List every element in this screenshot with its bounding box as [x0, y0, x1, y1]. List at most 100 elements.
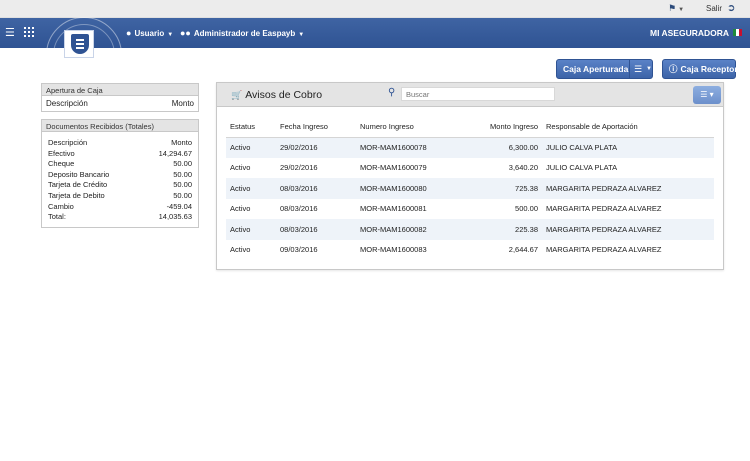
caja-aperturada-button[interactable]: Caja Aperturada ☰ ▼	[556, 59, 653, 79]
docs-row-value: 14,294.67	[158, 148, 192, 158]
column-header[interactable]: Estatus	[226, 117, 276, 138]
brand-name: MI ASEGURADORA	[650, 28, 730, 38]
chevron-down-icon: ▼	[646, 66, 652, 72]
docs-row-value: 14,035.63	[158, 212, 192, 222]
search-icon: ⚲	[388, 87, 396, 98]
docs-row: Tarjeta de Debito 50.00	[42, 190, 198, 201]
caja-receptora-button[interactable]: ⓘ Caja Receptora	[662, 59, 742, 79]
table-cell: MOR-MAM1600082	[356, 219, 456, 240]
docs-row-label: Efectivo	[48, 148, 75, 158]
table-cell: Activo	[230, 204, 251, 214]
options-menu-button[interactable]: ☰ ▾	[693, 86, 721, 104]
table-cell: MARGARITA PEDRAZA ALVAREZ	[546, 204, 662, 214]
grid-icon[interactable]	[24, 27, 34, 37]
column-header[interactable]: Responsable de Aportación	[542, 117, 714, 138]
usuario-menu[interactable]: ● Usuario ▼	[126, 28, 173, 38]
table-cell: 500.00	[515, 204, 538, 214]
docs-row-value: Monto	[171, 138, 192, 147]
user-icon: ●	[126, 28, 132, 38]
users-icon: ●●	[180, 28, 191, 38]
navbar: ☰ ● Usuario ▼ ●● Administrador de Easpayb ▼ …	[0, 17, 750, 93]
exit-link[interactable]: Salir	[706, 4, 722, 13]
table-row[interactable]: Activo 08/03/2016 MOR-MAM1600080 725.38 MARG…	[226, 178, 714, 199]
panel-title: Documentos Recibidos (Totales)	[42, 120, 198, 132]
column-header[interactable]: Fecha Ingreso	[276, 117, 356, 138]
admin-menu[interactable]: ●● Administrador de Easpayb ▼	[180, 28, 304, 38]
docs-row-label: Tarjeta de Debito	[48, 190, 105, 200]
docs-row-value: 50.00	[173, 169, 192, 179]
table-cell: 08/03/2016	[276, 219, 356, 240]
documentos-panel: Documentos Recibidos (Totales) Descripci…	[41, 119, 199, 228]
docs-row: Cambio -459.04	[42, 201, 198, 212]
docs-row-value: 50.00	[173, 159, 192, 169]
docs-row: Efectivo 14,294.67	[42, 148, 198, 159]
column-header[interactable]: Numero Ingreso	[356, 117, 456, 138]
table-cell: MOR-MAM1600081	[360, 204, 427, 214]
table-cell: MARGARITA PEDRAZA ALVAREZ	[542, 219, 714, 240]
company-logo	[64, 30, 94, 58]
avisos-panel: 🛒Avisos de Cobro ⚲ ☰ ▾ EstatusFecha Ingr…	[216, 82, 724, 270]
table-cell: MARGARITA PEDRAZA ALVAREZ	[546, 245, 662, 255]
docs-row-value: -459.04	[166, 201, 192, 211]
table-cell: MOR-MAM1600078	[356, 137, 456, 158]
table-cell: 225.38	[456, 219, 542, 240]
table-cell: MOR-MAM1600080	[356, 178, 456, 199]
docs-row-label: Cheque	[48, 159, 75, 169]
exit-icon[interactable]: ➲	[727, 3, 735, 14]
table-cell: 725.38	[456, 178, 542, 199]
info-icon: ⓘ	[669, 64, 678, 74]
column-header[interactable]: Monto Ingreso	[456, 117, 542, 138]
table-row[interactable]: Activo 08/03/2016 MOR-MAM1600082 225.38 MARG…	[226, 219, 714, 240]
flag-menu-icon[interactable]: ⚑ ▼	[668, 3, 684, 14]
top-strip: ⚑ ▼ Salir ➲	[0, 0, 750, 18]
search-input[interactable]	[401, 87, 555, 101]
table-cell: Activo	[226, 178, 276, 199]
table-cell: Activo	[226, 219, 276, 240]
table-cell: MARGARITA PEDRAZA ALVAREZ	[542, 178, 714, 199]
cart-icon: 🛒	[231, 90, 243, 100]
table-cell: JULIO CALVA PLATA	[542, 137, 714, 158]
table-cell: Activo	[230, 245, 251, 255]
table-cell: 29/02/2016	[276, 137, 356, 158]
docs-row: Total: 14,035.63	[42, 211, 198, 222]
panel-header: 🛒Avisos de Cobro ⚲ ☰ ▾	[217, 83, 723, 107]
table-cell: 09/03/2016	[280, 245, 318, 255]
table-cell: 08/03/2016	[280, 204, 318, 214]
docs-row: Tarjeta de Crédito 50.00	[42, 179, 198, 190]
table-cell: MOR-MAM1600079	[360, 163, 427, 173]
docs-row-label: Total:	[48, 212, 66, 222]
table-cell: 6,300.00	[456, 137, 542, 158]
table-row[interactable]: Activo 08/03/2016 MOR-MAM1600081 500.00 MARG…	[226, 199, 714, 220]
table-cell: 3,640.20	[508, 163, 538, 173]
table-cell: JULIO CALVA PLATA	[546, 163, 618, 173]
table-cell: 2,644.67	[508, 245, 538, 255]
docs-row-label: Cambio	[48, 201, 74, 211]
table-cell: Activo	[230, 163, 251, 173]
table-row[interactable]: Activo 29/02/2016 MOR-MAM1600078 6,300.00 JU…	[226, 137, 714, 158]
col-monto: Monto	[171, 99, 194, 108]
docs-row-label: Deposito Bancario	[48, 169, 110, 179]
table-header: Estatus Fecha Ingreso Numero Ingreso Monto …	[226, 117, 714, 138]
menu-icon[interactable]: ☰	[5, 26, 15, 39]
docs-row: Descripción Monto	[42, 137, 198, 148]
avisos-table: Estatus Fecha Ingreso Numero Ingreso Monto …	[226, 117, 714, 260]
docs-row-label: Descripción	[48, 138, 88, 147]
table-cell: 08/03/2016	[276, 178, 356, 199]
docs-row-value: 50.00	[173, 180, 192, 190]
panel-title: 🛒 Avisos de Cobro	[231, 89, 323, 101]
table-cell: 29/02/2016	[280, 163, 318, 173]
col-descripcion: Descripción	[46, 99, 88, 108]
table-cell: MOR-MAM1600083	[360, 245, 427, 255]
table-row[interactable]: Activo 09/03/2016 MOR-MAM1600083 2,644.67 MA…	[226, 240, 714, 261]
docs-row-value: 50.00	[173, 190, 192, 200]
list-menu-icon[interactable]: ☰	[634, 64, 642, 75]
docs-row: Cheque 50.00	[42, 158, 198, 169]
table-cell: Activo	[226, 137, 276, 158]
apertura-panel: Apertura de Caja Descripción Monto	[41, 83, 199, 112]
panel-title: Apertura de Caja	[42, 84, 198, 96]
mexico-flag-icon	[733, 29, 742, 36]
shield-logo-icon	[71, 34, 89, 54]
docs-row: Deposito Bancario 50.00	[42, 169, 198, 180]
table-row[interactable]: Activo 29/02/2016 MOR-MAM1600079 3,640.20 JU…	[226, 158, 714, 179]
docs-row-label: Tarjeta de Crédito	[48, 180, 108, 190]
